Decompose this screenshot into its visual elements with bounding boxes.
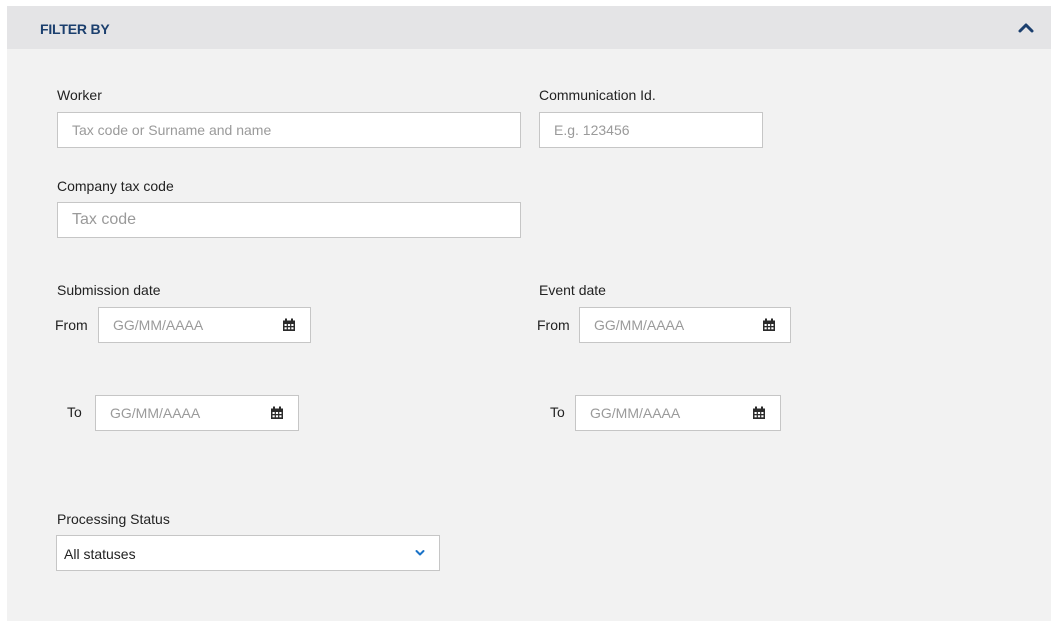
submission-from-label: From [55, 317, 88, 333]
filter-panel: FILTER BY Worker Communication Id. Compa… [7, 6, 1051, 621]
event-to-field [575, 395, 781, 431]
submission-to-field [95, 395, 299, 431]
calendar-icon[interactable] [282, 318, 296, 332]
calendar-icon[interactable] [270, 406, 284, 420]
processing-status-label: Processing Status [57, 511, 170, 527]
submission-date-label: Submission date [57, 282, 161, 298]
processing-status-value: All statuses [64, 546, 136, 562]
calendar-icon[interactable] [752, 406, 766, 420]
event-to-input[interactable] [576, 396, 736, 430]
processing-status-select[interactable]: All statuses [56, 535, 440, 571]
event-from-field [579, 307, 791, 343]
event-date-label: Event date [539, 282, 606, 298]
event-from-label: From [537, 317, 570, 333]
submission-to-input[interactable] [96, 396, 256, 430]
event-from-input[interactable] [580, 308, 740, 342]
submission-from-input[interactable] [99, 308, 259, 342]
filter-panel-title: FILTER BY [40, 21, 110, 37]
company-tax-code-input[interactable] [57, 202, 521, 238]
chevron-down-icon [415, 550, 425, 556]
filter-panel-header[interactable]: FILTER BY [7, 6, 1051, 49]
calendar-icon[interactable] [762, 318, 776, 332]
worker-label: Worker [57, 87, 102, 103]
event-to-label: To [550, 404, 565, 420]
submission-from-field [98, 307, 311, 343]
communication-id-input[interactable] [539, 112, 763, 148]
submission-to-label: To [67, 404, 82, 420]
collapse-button[interactable] [1014, 18, 1038, 38]
company-tax-code-label: Company tax code [57, 178, 174, 194]
chevron-up-icon [1018, 23, 1034, 33]
communication-id-label: Communication Id. [539, 87, 656, 103]
worker-input[interactable] [57, 112, 521, 148]
